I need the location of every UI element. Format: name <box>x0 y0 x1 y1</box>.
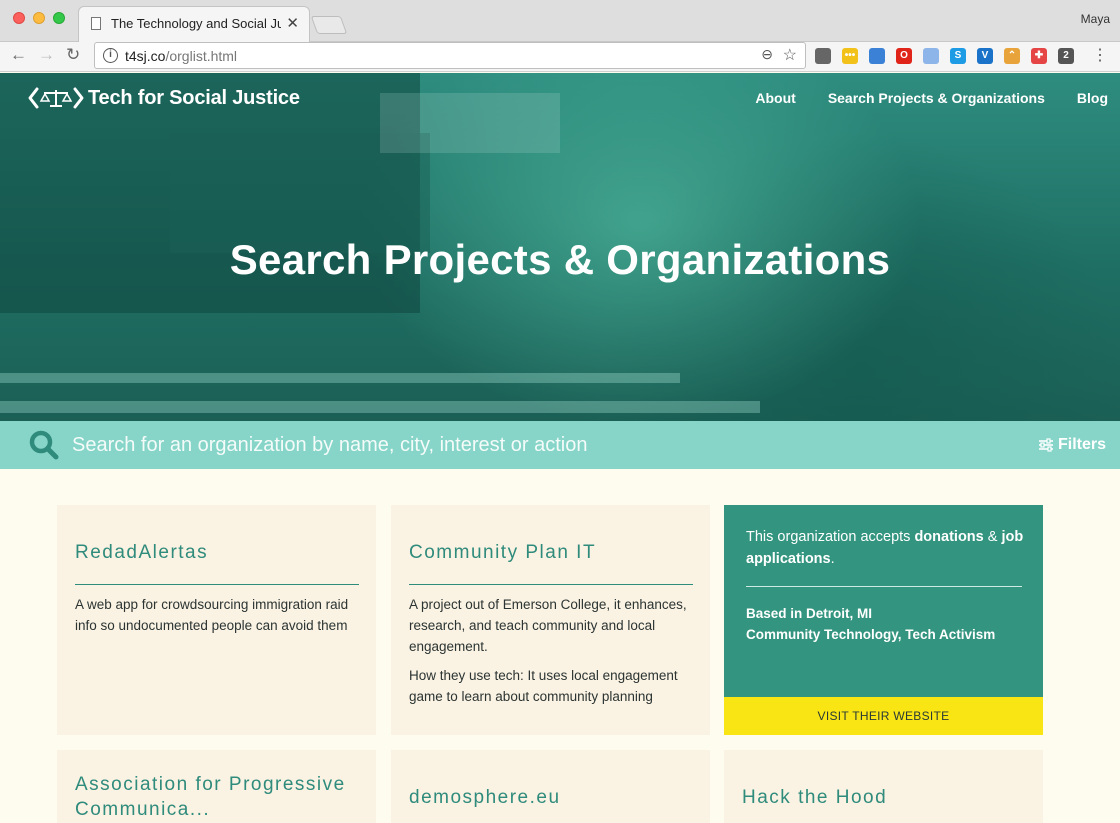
zoom-window-button[interactable] <box>53 12 65 24</box>
address-bar[interactable]: i t4sj.co/orglist.html ⊖ ☆ <box>94 42 806 69</box>
url-text[interactable]: t4sj.co/orglist.html <box>125 48 237 64</box>
browser-menu-icon[interactable]: ⋮ <box>1092 45 1108 65</box>
divider <box>75 584 359 585</box>
search-input[interactable] <box>72 430 972 460</box>
org-meta: Based in Detroit, MI Community Technolog… <box>746 603 1026 645</box>
back-button[interactable]: ← <box>10 45 27 65</box>
visit-website-button[interactable]: VISIT THEIR WEBSITE <box>724 697 1043 735</box>
accepts-suffix: . <box>830 551 835 567</box>
org-description: A web app for crowdsourcing immigration … <box>75 597 349 633</box>
site-logo[interactable]: Tech for Social Justice <box>28 86 300 110</box>
search-bar: Filters <box>0 421 1120 469</box>
org-location: Based in Detroit, MI <box>746 606 873 621</box>
background-shape <box>380 93 560 153</box>
accepts-text: This organization accepts donations & jo… <box>746 526 1026 570</box>
browser-tab[interactable]: The Technology and Social Justice ✕ <box>78 6 310 42</box>
sliders-icon <box>1038 438 1053 452</box>
new-tab-button[interactable] <box>310 16 348 34</box>
cross-extension-icon[interactable]: ✚ <box>1031 48 1047 64</box>
org-tech-use: How they use tech: It uses local engagem… <box>409 668 678 704</box>
browser-toolbar: ← → ↻ i t4sj.co/orglist.html ⊖ ☆ ••• O S V ⌃… <box>0 42 1120 72</box>
minimize-window-button[interactable] <box>33 12 45 24</box>
browser-titlebar: The Technology and Social Justice ✕ Maya <box>0 0 1120 42</box>
org-title[interactable]: Community Plan IT <box>409 540 596 565</box>
docs-extension-icon[interactable] <box>923 48 939 64</box>
profile-name[interactable]: Maya <box>1081 12 1110 26</box>
cast-icon[interactable] <box>815 48 831 64</box>
info-icon[interactable]: i <box>103 48 118 63</box>
divider <box>746 586 1022 587</box>
url-host: t4sj.co <box>125 48 166 64</box>
org-card[interactable]: RedadAlertas A web app for crowdsourcing… <box>57 505 376 735</box>
stack-extension-icon[interactable] <box>869 48 885 64</box>
scales-logo-icon <box>28 87 84 109</box>
org-title[interactable]: Association for Progressive Communica... <box>75 772 365 822</box>
accepts-and: & <box>983 529 1002 545</box>
forward-button[interactable]: → <box>38 45 55 65</box>
search-icon[interactable] <box>28 429 60 461</box>
page-icon <box>91 17 101 30</box>
notes-extension-icon[interactable]: ••• <box>842 48 858 64</box>
logo-text: Tech for Social Justice <box>88 86 300 109</box>
org-description: A project out of Emerson College, it enh… <box>409 597 687 654</box>
opera-icon[interactable]: O <box>896 48 912 64</box>
bookmark-star-icon[interactable]: ☆ <box>783 45 797 65</box>
close-window-button[interactable] <box>13 12 25 24</box>
org-card[interactable]: demosphere.eu <box>391 750 710 823</box>
org-card[interactable]: Hack the Hood <box>724 750 1043 823</box>
accepts-donations: donations <box>914 529 984 545</box>
divider <box>409 584 693 585</box>
close-tab-icon[interactable]: ✕ <box>286 14 299 32</box>
main-navigation: About Search Projects & Organizations Bl… <box>723 90 1108 106</box>
nav-search-projects[interactable]: Search Projects & Organizations <box>828 90 1045 106</box>
hero-banner: Tech for Social Justice About Search Pro… <box>0 73 1120 421</box>
nav-blog[interactable]: Blog <box>1077 90 1108 106</box>
filters-button[interactable]: Filters <box>1038 436 1106 454</box>
background-railing <box>0 401 760 413</box>
page-title: Search Projects & Organizations <box>229 236 891 283</box>
skype-icon[interactable]: S <box>950 48 966 64</box>
tab-title: The Technology and Social Justice <box>111 16 281 31</box>
org-title[interactable]: demosphere.eu <box>409 785 561 810</box>
background-railing <box>0 373 680 383</box>
reload-button[interactable]: ↻ <box>66 45 80 65</box>
org-card[interactable]: Community Plan IT A project out of Emers… <box>391 505 710 735</box>
org-card[interactable]: Association for Progressive Communica... <box>57 750 376 823</box>
vimeo-extension-icon[interactable]: V <box>977 48 993 64</box>
org-title[interactable]: RedadAlertas <box>75 540 208 565</box>
zoom-icon[interactable]: ⊖ <box>761 46 773 63</box>
url-path: /orglist.html <box>165 48 238 64</box>
pen-extension-icon[interactable]: 2 <box>1058 48 1074 64</box>
filters-label: Filters <box>1057 436 1106 453</box>
org-title[interactable]: Hack the Hood <box>742 785 887 810</box>
nav-about[interactable]: About <box>755 90 795 106</box>
rainbow-extension-icon[interactable]: ⌃ <box>1004 48 1020 64</box>
org-card-details: This organization accepts donations & jo… <box>724 505 1043 735</box>
org-interests: Community Technology, Tech Activism <box>746 627 996 642</box>
accepts-prefix: This organization accepts <box>746 529 915 545</box>
